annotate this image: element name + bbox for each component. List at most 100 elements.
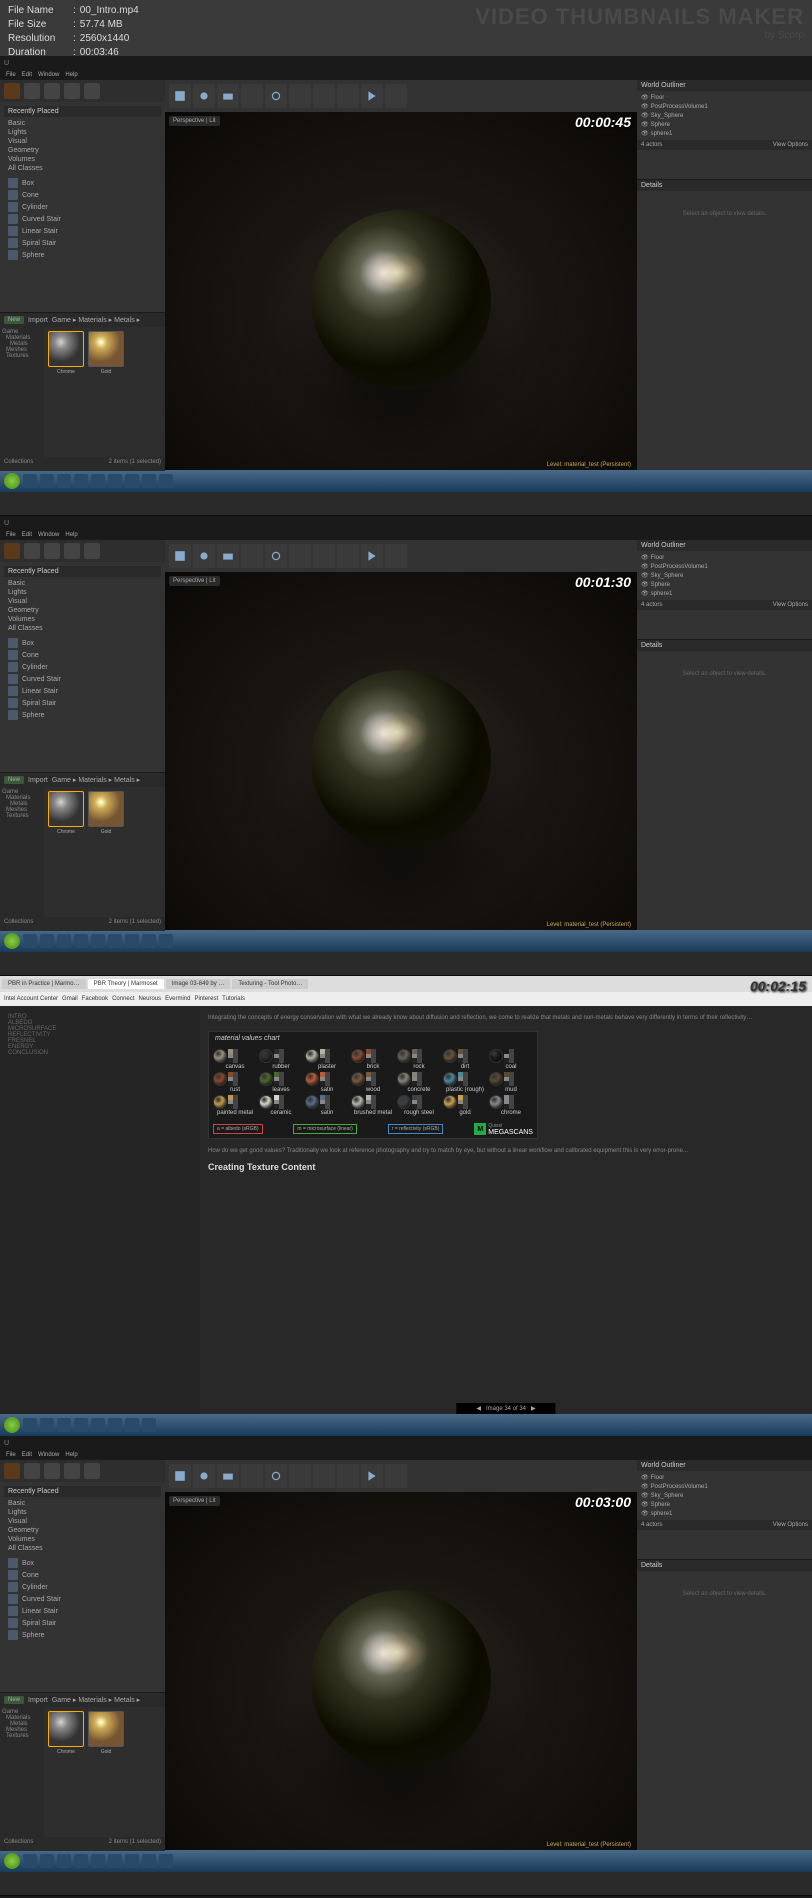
menu-help[interactable]: Help <box>65 532 77 538</box>
taskbar-item[interactable] <box>125 474 139 488</box>
play-button[interactable] <box>361 1464 383 1488</box>
launch-button[interactable] <box>385 544 407 568</box>
asset-gold[interactable]: Gold <box>88 331 124 375</box>
taskbar-item[interactable] <box>74 1418 88 1432</box>
place-item-sphere[interactable]: Sphere <box>4 249 161 261</box>
matinee-button[interactable] <box>313 1464 335 1488</box>
cb-new-button[interactable]: New <box>4 776 24 784</box>
viewport-canvas[interactable]: Perspective | Lit 00:03:00 Level: materi… <box>165 1492 637 1850</box>
viewport-canvas[interactable]: Perspective | Lit 00:00:45 Level: materi… <box>165 112 637 470</box>
bookmark[interactable]: Facebook <box>82 996 108 1002</box>
cb-new-button[interactable]: New <box>4 1696 24 1704</box>
cb-breadcrumb[interactable]: Game ▸ Materials ▸ Metals ▸ <box>52 316 140 324</box>
cb-source-tree[interactable]: Game Materials Metals Meshes Textures <box>0 1707 44 1837</box>
taskbar-item[interactable] <box>23 1418 37 1432</box>
taskbar-item[interactable] <box>91 474 105 488</box>
category-volumes[interactable]: Volumes <box>4 155 161 164</box>
place-item-curved-stair[interactable]: Curved Stair <box>4 213 161 225</box>
bookmark[interactable]: Evermind <box>165 996 190 1002</box>
cb-import-button[interactable]: Import <box>28 317 48 324</box>
play-button[interactable] <box>361 84 383 108</box>
category-basic[interactable]: Basic <box>4 119 161 128</box>
settings-button[interactable] <box>265 544 287 568</box>
taskbar-item[interactable] <box>142 474 156 488</box>
place-item-curved-stair[interactable]: Curved Stair <box>4 1593 161 1605</box>
place-item-linear-stair[interactable]: Linear Stair <box>4 225 161 237</box>
taskbar-item[interactable] <box>159 474 173 488</box>
outliner-item[interactable]: 👁 sphere1 <box>641 1509 808 1518</box>
category-visual[interactable]: Visual <box>4 1517 161 1526</box>
mode-paint-icon[interactable] <box>24 1463 40 1479</box>
place-item-linear-stair[interactable]: Linear Stair <box>4 1605 161 1617</box>
place-item-box[interactable]: Box <box>4 177 161 189</box>
taskbar-item[interactable] <box>142 934 156 948</box>
outliner-item[interactable]: 👁 sphere1 <box>641 589 808 598</box>
save-button[interactable] <box>169 544 191 568</box>
settings-button[interactable] <box>265 84 287 108</box>
taskbar-item[interactable] <box>40 474 54 488</box>
taskbar-item[interactable] <box>23 934 37 948</box>
browser-tab[interactable]: PBR in Practice | Marmo… <box>2 979 86 989</box>
place-item-linear-stair[interactable]: Linear Stair <box>4 685 161 697</box>
place-item-spiral-stair[interactable]: Spiral Stair <box>4 697 161 709</box>
taskbar-item[interactable] <box>57 474 71 488</box>
source-control-button[interactable] <box>193 544 215 568</box>
outliner-item[interactable]: 👁 PostProcessVolume1 <box>641 1482 808 1491</box>
play-button[interactable] <box>361 544 383 568</box>
taskbar-item[interactable] <box>40 1418 54 1432</box>
place-item-cone[interactable]: Cone <box>4 1569 161 1581</box>
outliner-item[interactable]: 👁 Sky_Sphere <box>641 1491 808 1500</box>
outliner-item[interactable]: 👁 Floor <box>641 553 808 562</box>
menu-help[interactable]: Help <box>65 1452 77 1458</box>
mode-landscape-icon[interactable] <box>44 83 60 99</box>
build-button[interactable] <box>337 544 359 568</box>
taskbar-item[interactable] <box>57 934 71 948</box>
taskbar-item[interactable] <box>74 474 88 488</box>
taskbar-item[interactable] <box>40 934 54 948</box>
launch-button[interactable] <box>385 1464 407 1488</box>
mode-foliage-icon[interactable] <box>64 543 80 559</box>
place-item-cone[interactable]: Cone <box>4 189 161 201</box>
content-button[interactable] <box>217 84 239 108</box>
menu-help[interactable]: Help <box>65 72 77 78</box>
build-button[interactable] <box>337 84 359 108</box>
place-item-spiral-stair[interactable]: Spiral Stair <box>4 237 161 249</box>
taskbar-item[interactable] <box>23 1854 37 1868</box>
taskbar-item[interactable] <box>40 1854 54 1868</box>
viewport-controls[interactable]: Perspective | Lit <box>169 1496 220 1506</box>
place-item-cone[interactable]: Cone <box>4 649 161 661</box>
source-control-button[interactable] <box>193 84 215 108</box>
category-lights[interactable]: Lights <box>4 128 161 137</box>
outliner-item[interactable]: 👁 sphere1 <box>641 129 808 138</box>
asset-gold[interactable]: Gold <box>88 1711 124 1755</box>
category-all[interactable]: All Classes <box>4 1544 161 1553</box>
browser-tab[interactable]: Texturing - Tool Photo… <box>232 979 308 989</box>
category-all[interactable]: All Classes <box>4 624 161 633</box>
viewport-controls[interactable]: Perspective | Lit <box>169 116 220 126</box>
taskbar-item[interactable] <box>91 934 105 948</box>
menu-edit[interactable]: Edit <box>22 72 32 78</box>
mode-place-icon[interactable] <box>4 83 20 99</box>
category-geometry[interactable]: Geometry <box>4 606 161 615</box>
place-item-sphere[interactable]: Sphere <box>4 1629 161 1641</box>
taskbar-item[interactable] <box>91 1418 105 1432</box>
place-item-box[interactable]: Box <box>4 637 161 649</box>
content-button[interactable] <box>217 544 239 568</box>
start-button[interactable] <box>4 933 20 949</box>
taskbar-item[interactable] <box>74 1854 88 1868</box>
taskbar-item[interactable] <box>23 474 37 488</box>
taskbar-item[interactable] <box>125 1418 139 1432</box>
outliner-item[interactable]: 👁 Floor <box>641 93 808 102</box>
place-item-spiral-stair[interactable]: Spiral Stair <box>4 1617 161 1629</box>
mode-geometry-icon[interactable] <box>84 543 100 559</box>
mode-foliage-icon[interactable] <box>64 1463 80 1479</box>
blueprints-button[interactable] <box>289 1464 311 1488</box>
category-visual[interactable]: Visual <box>4 597 161 606</box>
category-geometry[interactable]: Geometry <box>4 146 161 155</box>
mode-paint-icon[interactable] <box>24 83 40 99</box>
category-visual[interactable]: Visual <box>4 137 161 146</box>
mode-geometry-icon[interactable] <box>84 1463 100 1479</box>
place-item-cylinder[interactable]: Cylinder <box>4 661 161 673</box>
content-button[interactable] <box>217 1464 239 1488</box>
browser-page[interactable]: INTRO ALBEDO MICROSURFACE REFLECTIVITY F… <box>0 1006 812 1414</box>
